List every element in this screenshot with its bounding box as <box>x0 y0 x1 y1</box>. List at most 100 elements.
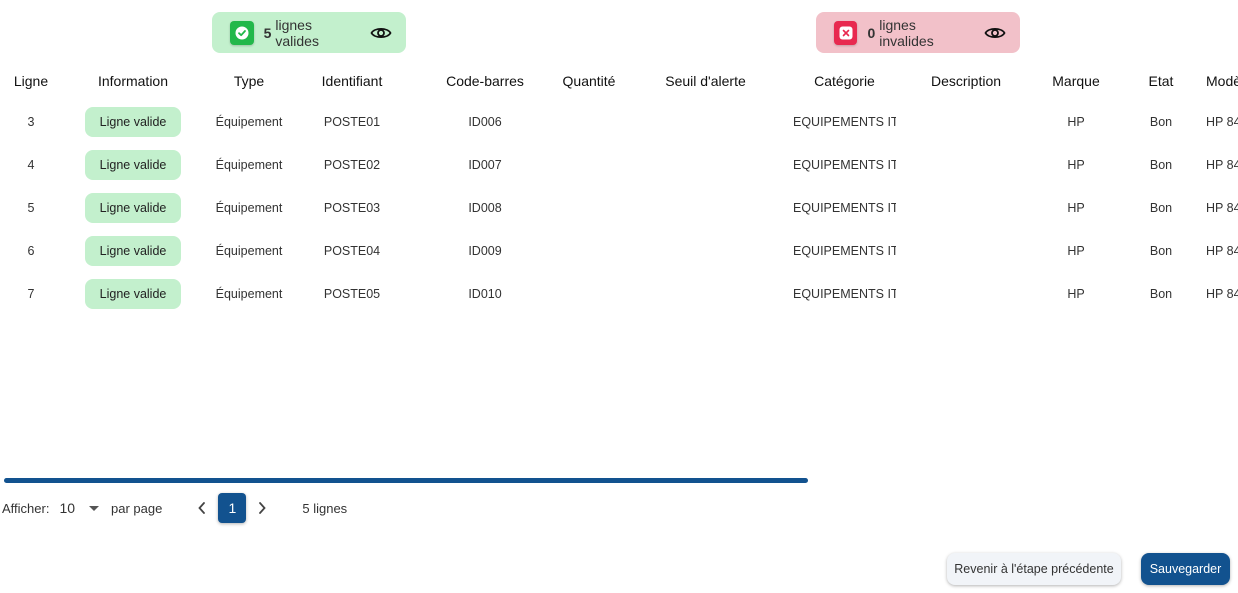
table-row: 6 Ligne valide Équipement POSTE04 ID009 … <box>0 229 1238 272</box>
invalid-label: lignes invalides <box>879 16 934 49</box>
previous-page-button[interactable] <box>190 496 214 520</box>
cell-description <box>896 229 1036 272</box>
cell-information: Ligne valide <box>62 186 204 229</box>
cell-type: Équipement <box>215 157 283 172</box>
cell-modele: HP 84 <box>1206 114 1238 129</box>
cell-ligne: 5 <box>27 200 35 215</box>
cell-information: Ligne valide <box>62 229 204 272</box>
cell-marque: HP <box>1067 157 1085 172</box>
status-badge: Ligne valide <box>85 192 181 223</box>
check-icon <box>230 20 254 45</box>
status-badge: Ligne valide <box>85 106 181 137</box>
eye-icon[interactable] <box>370 25 392 41</box>
total-rows-label: 5 lignes <box>302 500 348 516</box>
column-header-information[interactable]: Information <box>62 62 204 100</box>
cell-modele: HP 84 <box>1206 286 1238 301</box>
cell-seuil-alerte <box>618 186 793 229</box>
status-badge: Ligne valide <box>85 149 181 180</box>
cell-etat: Bon <box>1149 157 1173 172</box>
cell-seuil-alerte <box>618 272 793 315</box>
import-preview-table: Ligne Information Type Identifiant Code-… <box>0 62 1238 472</box>
cell-information: Ligne valide <box>62 100 204 143</box>
status-badge: Ligne valide <box>85 235 181 266</box>
cell-code-barres: ID009 <box>468 243 502 258</box>
table-header-row: Ligne Information Type Identifiant Code-… <box>0 62 1238 100</box>
cell-type: Équipement <box>215 286 283 301</box>
caret-down-icon <box>89 505 100 511</box>
cell-categorie: EQUIPEMENTS IT <box>793 200 896 215</box>
column-header-categorie[interactable]: Catégorie <box>793 62 896 100</box>
cell-description <box>896 100 1036 143</box>
cell-identifiant: POSTE04 <box>323 243 381 258</box>
column-header-identifiant[interactable]: Identifiant <box>294 62 410 100</box>
column-header-description[interactable]: Description <box>896 62 1036 100</box>
column-header-etat[interactable]: Etat <box>1116 62 1206 100</box>
cell-description <box>896 143 1036 186</box>
cell-type: Équipement <box>215 200 283 215</box>
cell-description <box>896 272 1036 315</box>
cell-quantite <box>560 100 618 143</box>
cell-information: Ligne valide <box>62 272 204 315</box>
cell-description <box>896 186 1036 229</box>
table-row: 5 Ligne valide Équipement POSTE03 ID008 … <box>0 186 1238 229</box>
cell-code-barres: ID010 <box>468 286 502 301</box>
column-header-code-barres[interactable]: Code-barres <box>410 62 560 100</box>
cell-marque: HP <box>1067 114 1085 129</box>
column-header-quantite[interactable]: Quantité <box>560 62 618 100</box>
column-header-type[interactable]: Type <box>204 62 294 100</box>
eye-icon[interactable] <box>984 25 1006 41</box>
column-header-modele[interactable]: Modèle <box>1206 62 1238 100</box>
cell-marque: HP <box>1067 243 1085 258</box>
cell-code-barres: ID007 <box>468 157 502 172</box>
cell-seuil-alerte <box>618 229 793 272</box>
cell-identifiant: POSTE05 <box>323 286 381 301</box>
column-header-marque[interactable]: Marque <box>1036 62 1116 100</box>
cell-modele: HP 84 <box>1206 200 1238 215</box>
cell-ligne: 3 <box>27 114 35 129</box>
next-page-button[interactable] <box>250 496 274 520</box>
invalid-count: 0 <box>867 24 876 41</box>
chevron-left-icon <box>198 502 206 514</box>
back-button[interactable]: Revenir à l'étape précédente <box>947 553 1121 585</box>
rows-per-page-value: 10 <box>59 500 76 516</box>
rows-per-page-select[interactable]: 10 par page <box>59 500 162 516</box>
cell-marque: HP <box>1067 200 1085 215</box>
column-header-seuil-alerte[interactable]: Seuil d'alerte <box>618 62 793 100</box>
rows-per-page-label: Afficher: <box>2 500 50 516</box>
cell-quantite <box>560 272 618 315</box>
cell-etat: Bon <box>1149 286 1173 301</box>
cell-information: Ligne valide <box>62 143 204 186</box>
status-badge: Ligne valide <box>85 278 181 309</box>
table-row: 4 Ligne valide Équipement POSTE02 ID007 … <box>0 143 1238 186</box>
cell-etat: Bon <box>1149 243 1173 258</box>
column-header-ligne[interactable]: Ligne <box>0 62 62 100</box>
cell-identifiant: POSTE01 <box>323 114 381 129</box>
horizontal-scrollbar[interactable] <box>4 478 808 483</box>
pagination: Afficher: 10 par page 1 5 lignes <box>2 492 347 524</box>
cell-marque: HP <box>1067 286 1085 301</box>
invalid-lines-summary: 0 lignes invalides <box>816 12 1020 53</box>
cell-modele: HP 84 <box>1206 157 1238 172</box>
cell-quantite <box>560 143 618 186</box>
valid-label: lignes valides <box>275 16 319 49</box>
cell-code-barres: ID006 <box>468 114 502 129</box>
per-page-label: par page <box>111 500 163 516</box>
cell-etat: Bon <box>1149 114 1173 129</box>
cell-categorie: EQUIPEMENTS IT <box>793 157 896 172</box>
cell-seuil-alerte <box>618 143 793 186</box>
cell-code-barres: ID008 <box>468 200 502 215</box>
page-button-current[interactable]: 1 <box>218 493 247 523</box>
cell-etat: Bon <box>1149 200 1173 215</box>
cell-categorie: EQUIPEMENTS IT <box>793 114 896 129</box>
valid-count: 5 <box>263 24 272 41</box>
save-button[interactable]: Sauvegarder <box>1141 553 1230 585</box>
cell-categorie: EQUIPEMENTS IT <box>793 286 896 301</box>
cell-type: Équipement <box>215 243 283 258</box>
cell-identifiant: POSTE03 <box>323 200 381 215</box>
cell-categorie: EQUIPEMENTS IT <box>793 243 896 258</box>
cell-ligne: 7 <box>27 286 35 301</box>
cell-modele: HP 84 <box>1206 243 1238 258</box>
valid-lines-summary: 5 lignes valides <box>212 12 406 53</box>
cell-quantite <box>560 229 618 272</box>
table-row: 7 Ligne valide Équipement POSTE05 ID010 … <box>0 272 1238 315</box>
